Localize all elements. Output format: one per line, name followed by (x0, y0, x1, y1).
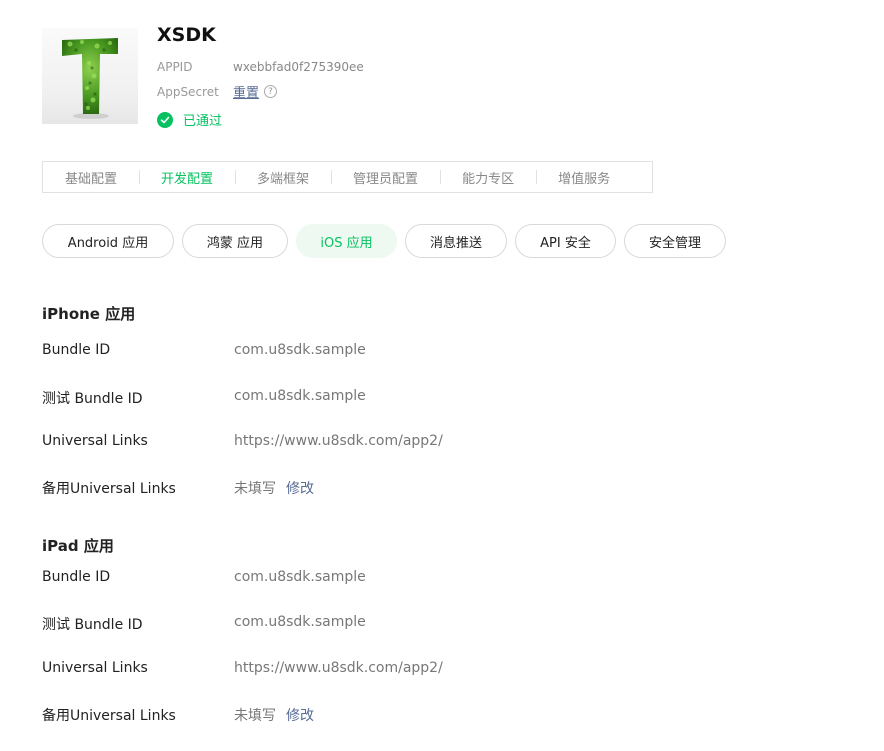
tab-admin-config[interactable]: 管理员配置 (331, 168, 440, 187)
appid-row: APPID wxebbfad0f275390ee (157, 60, 364, 74)
tab-capabilities[interactable]: 能力专区 (440, 168, 536, 187)
list-item: 测试 Bundle ID com.u8sdk.sample (42, 388, 366, 408)
tab-ios-app[interactable]: iOS 应用 (296, 224, 397, 258)
appsecret-label: AppSecret (157, 84, 219, 99)
help-icon[interactable]: ? (264, 85, 278, 98)
tab-android-app[interactable]: Android 应用 (42, 224, 174, 258)
row-value: 未填写 (234, 481, 276, 497)
tab-api-security[interactable]: API 安全 (515, 224, 616, 258)
tab-dev-config[interactable]: 开发配置 (139, 168, 235, 187)
list-item: 测试 Bundle ID com.u8sdk.sample (42, 614, 366, 634)
row-value: com.u8sdk.sample (234, 569, 366, 585)
row-label: Bundle ID (42, 569, 111, 585)
row-label: Universal Links (42, 660, 148, 676)
row-label: 备用Universal Links (42, 481, 176, 497)
appid-label: APPID (157, 60, 193, 74)
row-label: 备用Universal Links (42, 708, 176, 724)
tab-harmony-app[interactable]: 鸿蒙 应用 (182, 224, 288, 258)
ipad-section-title: iPad 应用 (42, 537, 114, 555)
appsecret-row: AppSecret 重置 ? (157, 82, 278, 101)
row-value: https://www.u8sdk.com/app2/ (234, 660, 443, 676)
appid-value: wxebbfad0f275390ee (233, 60, 364, 74)
row-label: Universal Links (42, 433, 148, 449)
tab-security-management[interactable]: 安全管理 (624, 224, 726, 258)
tab-basic-config[interactable]: 基础配置 (43, 168, 139, 187)
list-item: 备用Universal Links 未填写 修改 (42, 478, 314, 498)
row-value: com.u8sdk.sample (234, 342, 366, 358)
row-value: https://www.u8sdk.com/app2/ (234, 433, 443, 449)
list-item: Bundle ID com.u8sdk.sample (42, 569, 366, 585)
leaf-letter-t-logo (42, 28, 138, 124)
platform-tabs: Android 应用 鸿蒙 应用 iOS 应用 消息推送 API 安全 安全管理 (42, 224, 734, 258)
list-item: Bundle ID com.u8sdk.sample (42, 342, 366, 358)
iphone-section: iPhone 应用 Bundle ID com.u8sdk.sample 测试 … (42, 303, 842, 503)
edit-link[interactable]: 修改 (286, 478, 314, 498)
top-tabs: 基础配置 开发配置 多端框架 管理员配置 能力专区 增值服务 (42, 161, 653, 193)
tab-value-added[interactable]: 增值服务 (536, 168, 632, 187)
list-item: 备用Universal Links 未填写 修改 (42, 705, 314, 725)
status-text: 已通过 (183, 114, 223, 129)
row-label: 测试 Bundle ID (42, 391, 143, 407)
tab-push-message[interactable]: 消息推送 (405, 224, 507, 258)
row-label: 测试 Bundle ID (42, 617, 143, 633)
iphone-section-title: iPhone 应用 (42, 305, 136, 323)
list-item: Universal Links https://www.u8sdk.com/ap… (42, 433, 443, 449)
app-header: XSDK APPID wxebbfad0f275390ee AppSecret … (42, 20, 742, 140)
list-item: Universal Links https://www.u8sdk.com/ap… (42, 660, 443, 676)
row-value: 未填写 (234, 708, 276, 724)
tab-multi-platform[interactable]: 多端框架 (235, 168, 331, 187)
row-value: com.u8sdk.sample (234, 614, 366, 630)
app-name: XSDK (157, 24, 216, 46)
ipad-section: iPad 应用 Bundle ID com.u8sdk.sample 测试 Bu… (42, 535, 842, 735)
reset-secret-link[interactable]: 重置 (233, 82, 259, 101)
row-value: com.u8sdk.sample (234, 388, 366, 404)
status-badge: 已通过 (157, 110, 222, 129)
row-label: Bundle ID (42, 342, 111, 358)
edit-link[interactable]: 修改 (286, 705, 314, 725)
check-circle-icon (157, 111, 173, 128)
